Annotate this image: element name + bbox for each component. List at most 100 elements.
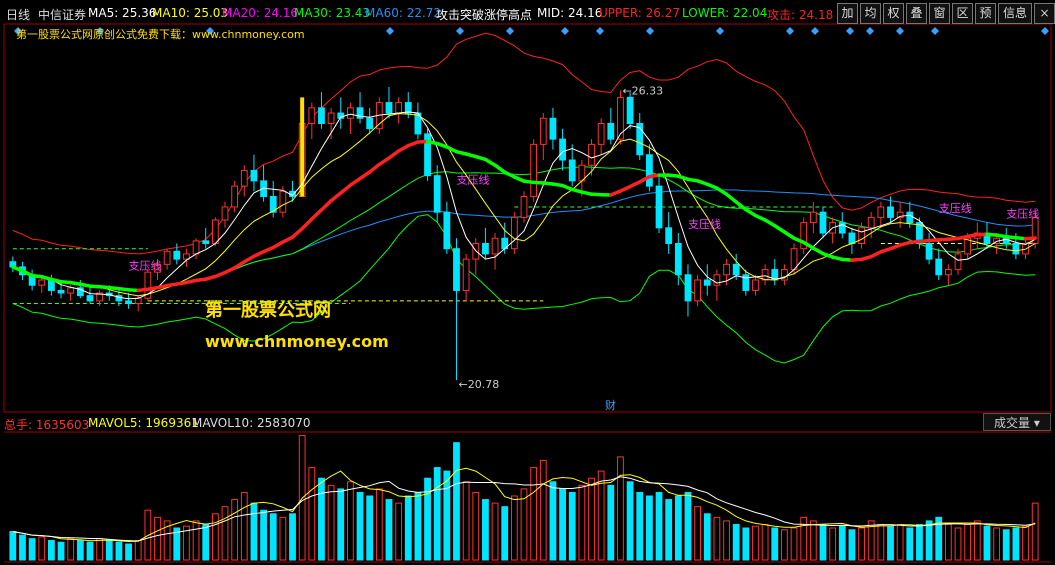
volume-bar	[96, 538, 104, 561]
candle-body	[877, 206, 885, 218]
volume-bar	[674, 495, 682, 561]
candle-body	[761, 269, 769, 281]
info-button[interactable]: 信息	[998, 3, 1032, 24]
candle-body	[240, 169, 248, 187]
volume-indicator-select[interactable]: 成交量 ▾	[983, 413, 1051, 431]
volume-bar	[462, 481, 470, 561]
volume-bar	[327, 484, 335, 561]
candle-body	[211, 219, 219, 244]
period-label[interactable]: 日线	[6, 6, 30, 23]
candle-body	[838, 222, 846, 234]
volume-bar	[28, 538, 36, 561]
volume-bar	[761, 523, 769, 561]
volume-bar	[993, 527, 1000, 561]
candle-body	[346, 107, 354, 119]
support-label-1: 支压线	[456, 172, 489, 186]
candle-body	[626, 96, 634, 124]
volume-bar	[858, 527, 865, 561]
indicator-7: UPPER: 26.27	[599, 6, 681, 20]
volume-bar	[192, 520, 200, 561]
add-button[interactable]: 加	[837, 3, 858, 24]
watermark-title: 第一股票公式网	[205, 300, 331, 321]
candle-body	[597, 122, 605, 145]
volume-bar	[1012, 527, 1020, 561]
high-price-label: ←26.33	[622, 85, 663, 98]
overlay-button[interactable]: 叠	[906, 3, 927, 24]
candle-body	[732, 263, 740, 276]
candle-body	[453, 248, 460, 291]
volume-bar	[337, 488, 345, 561]
support-label-3: 支压线	[939, 201, 972, 215]
volume-bar	[684, 491, 692, 561]
volume-bar	[443, 470, 451, 561]
candle-body	[665, 227, 673, 244]
indicator-2: MA20: 24.16	[222, 6, 299, 20]
window-button[interactable]: 窗	[929, 3, 950, 24]
volume-bar	[240, 491, 248, 561]
indicator-0: MA5: 25.36	[88, 6, 157, 20]
volume-bar	[578, 484, 586, 561]
candle-body	[549, 117, 557, 140]
range-button[interactable]: 区	[952, 3, 973, 24]
volume-bar	[848, 529, 856, 561]
volume-bar	[221, 506, 229, 561]
volume-bar	[57, 541, 65, 561]
candle-body	[491, 237, 499, 255]
volume-bar	[472, 491, 480, 561]
candle-body	[539, 117, 547, 145]
mavol10-label: MAVOL10: 2583070	[192, 416, 311, 430]
close-button[interactable]: ×	[1034, 3, 1055, 24]
volume-bar	[568, 491, 576, 561]
volume-bar	[491, 502, 499, 561]
candle-body	[530, 143, 538, 198]
candle-body	[790, 248, 798, 271]
candle-body	[221, 206, 229, 221]
volume-bar	[520, 488, 528, 561]
volume-bar	[597, 470, 605, 561]
volume-bar	[790, 527, 798, 561]
volume-bar	[38, 536, 46, 561]
candle-body	[510, 216, 518, 250]
kline-chart[interactable]: ←26.33←20.78财支压线支压线支压线支压线 支压线	[0, 0, 1055, 565]
rights-button[interactable]: 权	[883, 3, 904, 24]
candle-body	[559, 138, 566, 161]
stock-name: 中信证券	[38, 8, 87, 22]
candle-body	[588, 143, 595, 166]
candle-body	[819, 211, 827, 234]
volume-bar	[279, 516, 287, 561]
volume-bar	[703, 513, 711, 561]
volume-bar	[838, 525, 846, 561]
candle-body	[462, 258, 470, 291]
volume-bar	[530, 467, 538, 561]
volume-bar	[154, 516, 161, 561]
indicator-5: 攻击突破涨停高点	[436, 8, 533, 22]
volume-bar	[539, 459, 547, 561]
chart-toolbar: 加均权叠窗区预信息 ×	[835, 3, 1055, 24]
candle-body	[1012, 242, 1020, 255]
candle-body	[57, 289, 65, 294]
volume-bar	[636, 491, 644, 561]
candle-body	[433, 175, 441, 213]
chart-header: 日线 中信证券 MA5: 25.36 MA10: 25.03 MA20: 24.16…	[0, 0, 1055, 26]
candle-body	[250, 169, 258, 182]
low-price-label: ←20.78	[458, 378, 499, 391]
volume-bar	[964, 523, 972, 561]
indicator-6: MID: 24.16	[537, 6, 603, 20]
candle-body	[655, 185, 663, 229]
volume-bar	[1031, 502, 1039, 561]
candle-body	[848, 232, 856, 244]
candle-body	[385, 102, 393, 114]
candle-body	[134, 297, 142, 304]
volume-bar	[366, 495, 374, 561]
candle-body	[279, 190, 287, 213]
candle-body	[703, 279, 711, 286]
volume-bar	[906, 527, 914, 561]
candle-body	[163, 250, 171, 265]
volume-bar	[694, 506, 702, 561]
volume-bar	[501, 506, 509, 561]
candle-body	[607, 122, 615, 140]
volume-bar	[896, 523, 904, 561]
average-button[interactable]: 均	[860, 3, 881, 24]
volume-total: 总手: 1635603	[4, 418, 90, 432]
forecast-button[interactable]: 预	[975, 3, 996, 24]
